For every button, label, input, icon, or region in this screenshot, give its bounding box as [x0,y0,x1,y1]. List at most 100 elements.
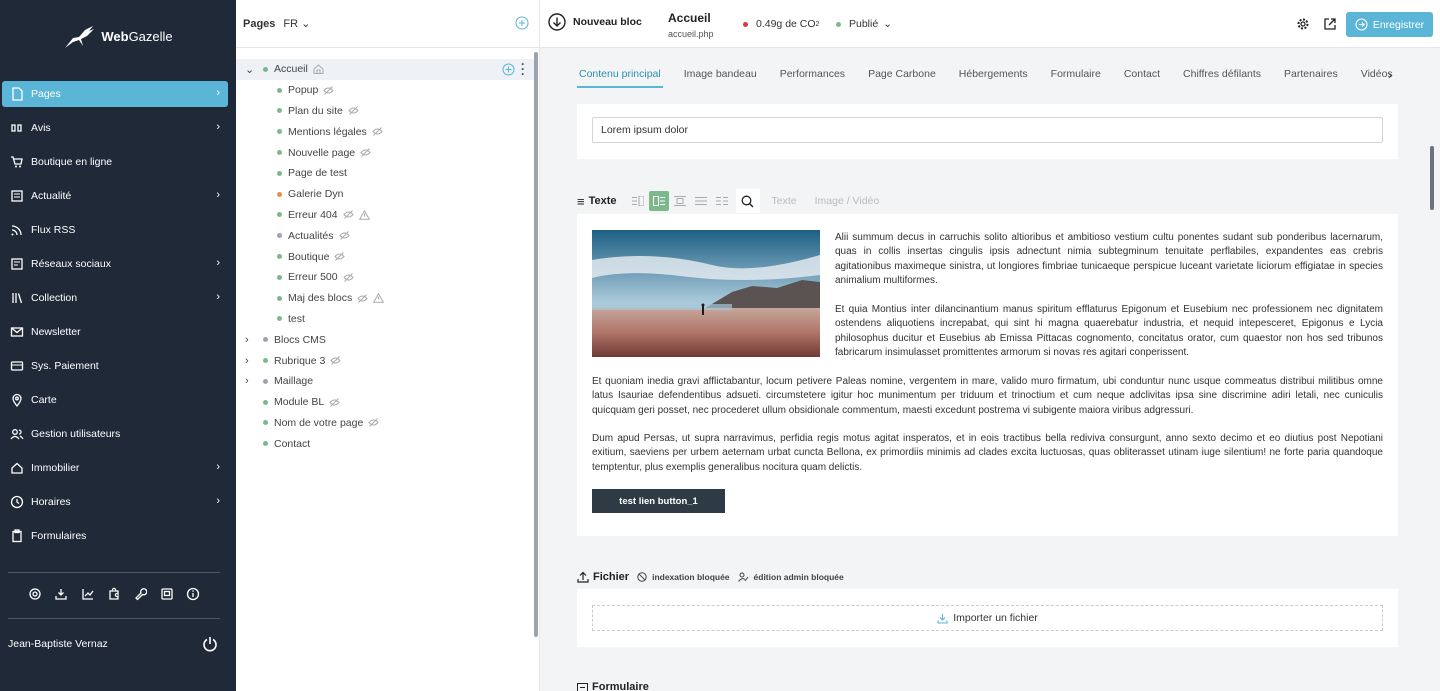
admin-edit-flag[interactable]: édition admin bloquée [737,572,844,582]
chevron-down-icon[interactable]: ⌄ [245,63,255,76]
tab-contenu-principal[interactable]: Contenu principal [577,62,663,88]
sidebar-item-pages[interactable]: Pages › [2,81,228,107]
tab-image-bandeau[interactable]: Image bandeau [682,62,759,86]
status-select[interactable]: Publié ⌄ [836,18,892,30]
brand-logo[interactable]: WebGazelle [0,0,236,72]
sidebar-item-collection[interactable]: Collection › [2,285,228,311]
layout-text-only-icon[interactable] [691,191,711,211]
content-image[interactable] [592,230,820,357]
tree-row[interactable]: Plan du site [236,101,534,122]
tab-hebergements[interactable]: Hébergements [957,62,1030,86]
main-scrollbar[interactable] [1430,146,1434,210]
add-subpage-icon[interactable] [502,63,515,76]
tree-row[interactable]: Actualités [236,225,534,246]
tree-row[interactable]: Maj des blocs [236,288,534,309]
chevron-right-icon[interactable]: › [245,334,255,346]
layout-columns-icon[interactable] [712,191,732,211]
tree-row[interactable]: › Maillage [236,371,534,392]
external-link-icon[interactable] [1323,17,1337,31]
status-dot [263,420,268,426]
title-input[interactable]: Lorem ipsum dolor [592,117,1383,143]
sidebar-item-gestion-utilisateurs[interactable]: Gestion utilisateurs [2,421,228,447]
sidebar-item-newsletter[interactable]: Newsletter [2,319,228,345]
download-icon[interactable] [54,587,68,604]
tab-chiffres-defilants[interactable]: Chiffres défilants [1181,62,1263,86]
tree-row[interactable]: Erreur 404 [236,205,534,226]
gear-icon[interactable] [1296,17,1310,31]
tab-page-carbone[interactable]: Page Carbone [866,62,938,86]
tree-row[interactable]: › Blocs CMS [236,329,534,350]
info-icon[interactable] [186,587,200,604]
chevron-right-icon[interactable]: › [245,355,255,367]
social-icon [9,256,25,272]
sidebar-item-horaires[interactable]: Horaires › [2,489,228,515]
tree-row[interactable]: Mentions légales [236,121,534,142]
tree-row[interactable]: Page de test [236,163,534,184]
tab-performances[interactable]: Performances [778,62,847,86]
puzzle-icon[interactable] [107,587,121,604]
sidebar-item-sys-paiement[interactable]: Sys. Paiement [2,353,228,379]
sidebar-item-boutique-en-ligne[interactable]: Boutique en ligne [2,149,228,175]
save-button[interactable]: Enregistrer [1346,12,1433,37]
tree-scrollbar[interactable] [534,52,538,637]
new-block-label: Nouveau bloc [573,16,642,28]
wrench-icon[interactable] [133,587,148,604]
status-dot [277,129,282,135]
paragraph-4: Dum apud Persas, ut supra narravimus, pe… [592,433,1383,473]
tree-row[interactable]: Erreur 500 [236,267,534,288]
sidebar-item-formulaires[interactable]: Formulaires [2,523,228,549]
sidebar-item-label: Réseaux sociaux [31,258,111,270]
tree-row[interactable]: Boutique [236,246,534,267]
tree-row[interactable]: Module BL [236,392,534,413]
tree-row[interactable]: test [236,309,534,330]
tab-texte[interactable]: Texte [772,195,797,207]
tree-row[interactable]: Contact [236,433,534,454]
status-dot [263,378,268,384]
users-icon [9,426,25,442]
warning-icon [373,293,385,303]
tree-row[interactable]: Nom de votre page [236,413,534,434]
layout-image-top-icon[interactable] [670,191,690,211]
tree-row[interactable]: Popup [236,80,534,101]
tabs-scroll-right-icon[interactable]: › [1388,68,1392,82]
sidebar-item-carte[interactable]: Carte [2,387,228,413]
chevron-right-icon[interactable]: › [245,375,255,387]
status-dot [277,233,282,239]
tab-image-video[interactable]: Image / Vidéo [815,195,880,207]
brand-name: WebGazelle [101,28,173,44]
chart-icon[interactable] [81,587,95,604]
tab-formulaire[interactable]: Formulaire [1049,62,1103,86]
search-icon[interactable] [735,189,760,213]
layout-text-left-icon[interactable] [628,191,648,211]
tree-row-label: Mentions légales [288,125,367,138]
tree-row[interactable]: Nouvelle page [236,142,534,163]
tree-row-label: Module BL [274,396,325,409]
language-select[interactable]: FR ⌄ [283,17,310,30]
tab-contact[interactable]: Contact [1122,62,1162,86]
status-dot [277,150,282,156]
tree-row[interactable]: ⌄ Accueil · · · [236,58,534,80]
layout-image-left-icon[interactable] [648,191,669,211]
sidebar-item-avis[interactable]: Avis › [2,115,228,141]
tree-row[interactable]: Galerie Dyn [236,184,534,205]
tab-partenaires[interactable]: Partenaires [1282,62,1340,86]
new-block-button[interactable]: Nouveau bloc [548,13,642,31]
upload-file-button[interactable]: Importer un fichier [592,605,1383,631]
chevron-right-icon: › [216,291,220,303]
power-icon[interactable] [202,636,218,652]
sidebar-item-actualite[interactable]: Actualité › [2,183,228,209]
archive-icon[interactable] [160,587,174,604]
support-icon[interactable] [28,587,42,604]
chevron-right-icon: › [216,121,220,133]
tree-row-label: Page de test [288,167,347,180]
eye-off-icon [368,418,379,428]
sidebar-item-immobilier[interactable]: Immobilier › [2,455,228,481]
content-link-button[interactable]: test lien button_1 [592,489,725,513]
sidebar-item-flux-rss[interactable]: Flux RSS [2,217,228,243]
indexation-flag[interactable]: indexation bloquée [637,572,730,582]
tree-row-label: Accueil [274,63,308,76]
more-vertical-icon[interactable]: · · · [521,58,525,80]
add-page-icon[interactable] [515,16,529,30]
sidebar-item-reseaux-sociaux[interactable]: Réseaux sociaux › [2,251,228,277]
tree-row[interactable]: › Rubrique 3 [236,350,534,371]
